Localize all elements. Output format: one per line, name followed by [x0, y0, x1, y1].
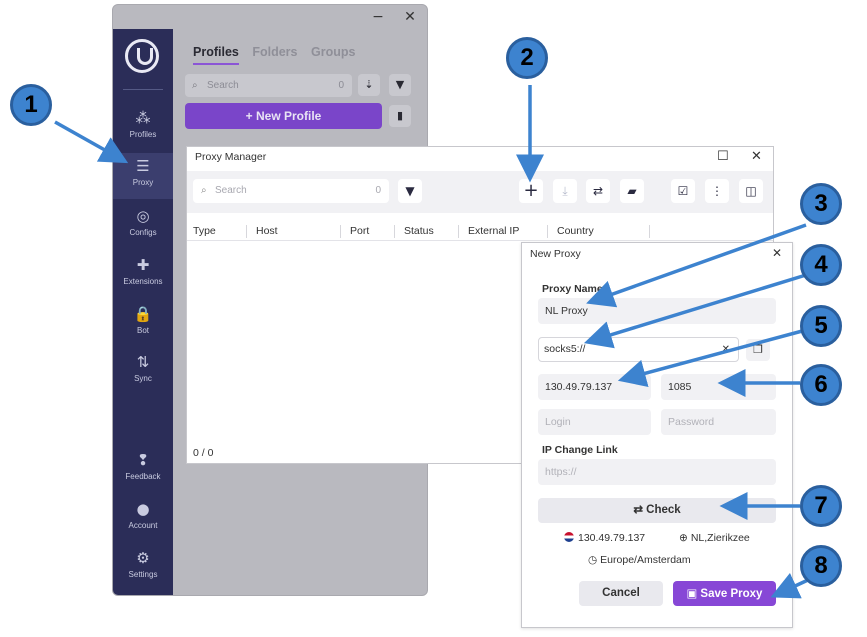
callout-7: 7: [800, 485, 842, 527]
arrow-3: [586, 223, 807, 308]
callout-6: 6: [800, 364, 842, 406]
arrow-4: [583, 273, 807, 349]
annotation-arrows: [54, 85, 809, 599]
arrow-8: [770, 572, 809, 599]
callout-8: 8: [800, 545, 842, 587]
screenshot-stage: − ✕ ⁂ Profiles ☰ Proxy ◎ Configs ✚ Exten…: [0, 0, 867, 637]
arrow-5: [617, 328, 807, 387]
callout-5: 5: [800, 305, 842, 347]
callout-3: 3: [800, 183, 842, 225]
arrow-1: [54, 120, 129, 164]
callout-4: 4: [800, 244, 842, 286]
callout-2: 2: [506, 37, 548, 79]
callout-1: 1: [10, 84, 52, 126]
